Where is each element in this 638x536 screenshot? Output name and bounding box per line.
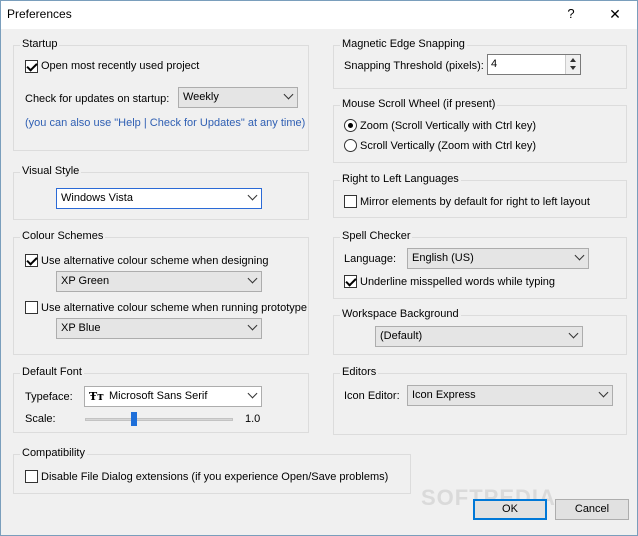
typeface-label: Typeface: <box>25 391 73 403</box>
close-icon[interactable]: ✕ <box>605 4 625 24</box>
spin-up-icon[interactable] <box>570 58 576 62</box>
magnetic-legend: Magnetic Edge Snapping <box>340 38 467 50</box>
scale-slider-thumb[interactable] <box>130 412 137 426</box>
chevron-down-icon <box>247 388 258 399</box>
icon-editor-combo[interactable]: Icon Express <box>407 385 613 406</box>
chevron-down-icon <box>247 273 258 284</box>
disable-dialog-label: Disable File Dialog extensions (if you e… <box>41 471 389 483</box>
disable-dialog-checkbox[interactable] <box>25 470 38 483</box>
designing-checkbox[interactable] <box>25 254 38 267</box>
updates-value: Weekly <box>183 91 219 103</box>
mirror-checkbox[interactable] <box>344 195 357 208</box>
designing-scheme-combo[interactable]: XP Green <box>56 271 262 292</box>
designing-scheme-value: XP Green <box>61 275 110 287</box>
scale-label: Scale: <box>25 413 56 425</box>
updates-label: Check for updates on startup: <box>25 93 170 105</box>
mirror-label: Mirror elements by default for right to … <box>360 196 590 208</box>
help-icon[interactable]: ? <box>561 4 581 24</box>
zoom-radio[interactable] <box>344 119 357 132</box>
typeface-value: Microsoft Sans Serif <box>109 390 208 402</box>
startup-legend: Startup <box>20 38 60 50</box>
updates-hint: (you can also use "Help | Check for Upda… <box>25 117 306 129</box>
language-value: English (US) <box>412 252 474 264</box>
visual-style-value: Windows Vista <box>61 192 133 204</box>
chevron-down-icon <box>247 320 258 331</box>
threshold-spinner[interactable]: 4 <box>487 54 581 75</box>
font-icon: Ŧт <box>89 390 105 403</box>
language-label: Language: <box>344 253 396 265</box>
window-title: Preferences <box>7 7 72 21</box>
ok-button[interactable]: OK <box>473 499 547 520</box>
colour-schemes-legend: Colour Schemes <box>20 230 106 242</box>
visual-style-combo[interactable]: Windows Vista <box>56 188 262 209</box>
icon-editor-value: Icon Express <box>412 389 476 401</box>
cancel-button[interactable]: Cancel <box>555 499 629 520</box>
visual-style-legend: Visual Style <box>20 165 82 177</box>
chevron-down-icon <box>598 387 609 398</box>
designing-label: Use alternative colour scheme when desig… <box>41 255 269 267</box>
chevron-down-icon <box>247 190 258 201</box>
spin-down-icon[interactable] <box>570 66 576 70</box>
zoom-label: Zoom (Scroll Vertically with Ctrl key) <box>360 120 537 132</box>
workspace-legend: Workspace Background <box>340 308 461 320</box>
open-recent-checkbox[interactable] <box>25 60 38 73</box>
preferences-window: Preferences ? ✕ Startup Open most recent… <box>0 0 638 536</box>
workspace-value: (Default) <box>380 330 423 342</box>
mouse-scroll-legend: Mouse Scroll Wheel (if present) <box>340 98 498 110</box>
rtl-legend: Right to Left Languages <box>340 173 461 185</box>
underline-label: Underline misspelled words while typing <box>360 276 556 288</box>
underline-checkbox[interactable] <box>344 275 357 288</box>
prototype-scheme-combo[interactable]: XP Blue <box>56 318 262 339</box>
chevron-down-icon <box>574 250 585 261</box>
typeface-combo[interactable]: Ŧт Microsoft Sans Serif <box>84 386 262 407</box>
scroll-label: Scroll Vertically (Zoom with Ctrl key) <box>360 140 537 152</box>
open-recent-label: Open most recently used project <box>41 60 200 72</box>
threshold-value: 4 <box>491 58 498 70</box>
compatibility-legend: Compatibility <box>20 447 87 459</box>
spell-legend: Spell Checker <box>340 230 413 242</box>
updates-combo[interactable]: Weekly <box>178 87 298 108</box>
default-font-legend: Default Font <box>20 366 84 378</box>
editors-legend: Editors <box>340 366 379 378</box>
prototype-checkbox[interactable] <box>25 301 38 314</box>
icon-editor-label: Icon Editor: <box>344 390 400 402</box>
workspace-combo[interactable]: (Default) <box>375 326 583 347</box>
scroll-radio[interactable] <box>344 139 357 152</box>
prototype-scheme-value: XP Blue <box>61 322 101 334</box>
mouse-scroll-group: Mouse Scroll Wheel (if present) <box>333 98 627 163</box>
title-bar[interactable]: Preferences ? ✕ <box>1 1 637 29</box>
threshold-label: Snapping Threshold (pixels): <box>344 60 484 72</box>
scale-value: 1.0 <box>245 413 261 425</box>
chevron-down-icon <box>568 328 579 339</box>
chevron-down-icon <box>283 89 294 100</box>
spinner-buttons[interactable] <box>565 55 580 74</box>
scale-slider-track[interactable] <box>85 418 233 421</box>
prototype-label: Use alternative colour scheme when runni… <box>41 302 307 314</box>
language-combo[interactable]: English (US) <box>407 248 589 269</box>
